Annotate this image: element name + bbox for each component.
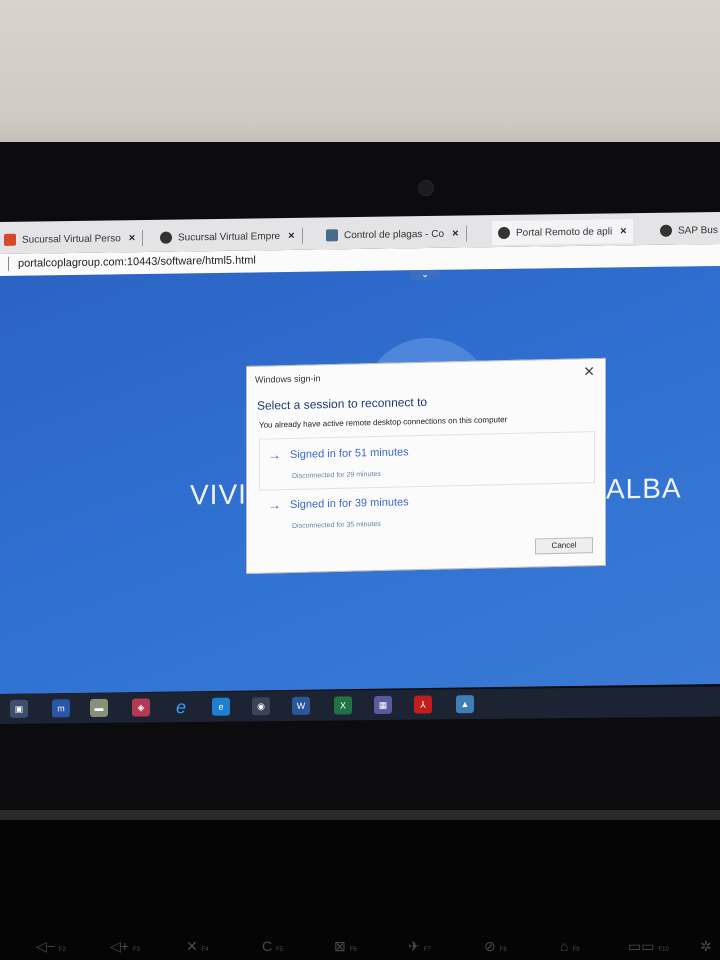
- session-info: Disconnected for 35 minutes: [292, 520, 381, 530]
- function-key-icon: ⊠: [334, 938, 346, 954]
- tab-portal-remoto[interactable]: Portal Remoto de apli ×: [492, 219, 633, 246]
- dialog-heading: Select a session to reconnect to: [257, 394, 428, 413]
- function-key-label: F8: [499, 947, 507, 953]
- desktop-text-left: VIVI: [190, 478, 247, 511]
- function-key-icon: ✈: [408, 938, 420, 954]
- desktop-text-right: ALBA: [606, 472, 682, 505]
- tab-label: Control de plagas - Co: [344, 228, 445, 241]
- acrobat-icon[interactable]: ⅄: [414, 695, 432, 714]
- function-key: ⊘ F8: [484, 938, 507, 955]
- tab-separator: [301, 227, 303, 244]
- text-cursor: [8, 256, 9, 271]
- store-icon[interactable]: ▣: [10, 699, 28, 718]
- function-key-label: F3: [132, 947, 140, 953]
- site-c-icon: [326, 229, 338, 242]
- chevron-down-icon[interactable]: ⌄: [410, 269, 440, 281]
- arrow-right-icon: →: [268, 447, 281, 463]
- app-red-icon[interactable]: ◈: [132, 698, 150, 717]
- function-key-label: F9: [572, 947, 580, 953]
- tab-label: Sucursal Virtual Perso: [22, 232, 121, 246]
- session-option-2[interactable]: → Signed in for 39 minutes Disconnected …: [259, 481, 595, 541]
- close-icon[interactable]: ×: [620, 225, 626, 237]
- function-key-icon: ◁+: [110, 938, 129, 954]
- tab-sucursal-empresas[interactable]: Sucursal Virtual Empre ×: [160, 224, 303, 250]
- function-key: ⊠ F6: [334, 938, 357, 955]
- function-key-label: F10: [658, 947, 669, 953]
- tab-separator: [142, 230, 144, 247]
- globe-icon: [660, 224, 672, 237]
- webcam-icon: [418, 180, 434, 196]
- function-key-icon: ⊘: [484, 938, 496, 954]
- session-info: Disconnected for 29 minutes: [292, 470, 381, 480]
- cancel-button[interactable]: Cancel: [535, 537, 593, 555]
- globe-icon: [160, 231, 172, 244]
- app-photo-icon[interactable]: ▲: [456, 695, 474, 714]
- function-key-label: F2: [58, 947, 66, 953]
- function-key-label: F5: [276, 947, 284, 953]
- close-icon[interactable]: ×: [288, 230, 294, 242]
- function-key-icon: ▭▭: [628, 938, 655, 954]
- tab-separator: [465, 225, 467, 242]
- dialog-subheading: You already have active remote desktop c…: [259, 415, 508, 430]
- session-label: Signed in for 39 minutes: [290, 496, 409, 512]
- function-key-icon: ✕: [186, 938, 198, 954]
- keyboard: ◁− F2 ◁+ F3 ✕ F4 C F5 ⊠ F6 ✈ F7 ⊘ F8 ⌂ F9 ▭▭ F10 ✲: [0, 820, 720, 960]
- function-key: ◁− F2: [36, 938, 66, 955]
- function-key: ◁+ F3: [110, 938, 140, 955]
- function-key: ▭▭ F10: [628, 938, 669, 955]
- function-key-label: F7: [423, 947, 431, 953]
- function-key: ✲: [700, 938, 716, 955]
- function-key-label: F6: [349, 947, 357, 953]
- function-key-icon: C: [262, 938, 273, 954]
- excel-icon[interactable]: X: [334, 696, 352, 715]
- globe-icon: [498, 226, 510, 240]
- close-icon[interactable]: ×: [452, 228, 458, 240]
- function-key: ✕ F4: [186, 938, 209, 955]
- function-key-icon: ✲: [700, 938, 712, 954]
- tab-label: Portal Remoto de apli: [516, 225, 613, 239]
- tab-sucursal-personas[interactable]: Sucursal Virtual Perso ×: [4, 226, 144, 252]
- app-folder-icon[interactable]: ▬: [90, 698, 108, 718]
- arrow-right-icon: →: [268, 497, 281, 513]
- app-m-icon[interactable]: m: [52, 699, 70, 718]
- edge-icon[interactable]: e: [212, 697, 230, 716]
- app-grid-icon[interactable]: ▦: [374, 695, 392, 715]
- function-key: C F5: [262, 938, 283, 954]
- function-key-icon: ◁−: [36, 938, 55, 954]
- function-key-icon: ⌂: [560, 938, 569, 954]
- url-text[interactable]: portalcoplagroup.com:10443/software/html…: [18, 254, 256, 269]
- tab-label: Sucursal Virtual Empre: [178, 230, 281, 244]
- bank-logo-icon: [4, 233, 16, 246]
- windows-signin-dialog: Windows sign-in ✕ Select a session to re…: [246, 357, 606, 574]
- tab-sap[interactable]: SAP Bus: [660, 218, 718, 243]
- dialog-title: Windows sign-in: [255, 373, 321, 385]
- monitor-bottom-frame: [0, 810, 720, 820]
- close-icon[interactable]: ✕: [583, 363, 595, 380]
- function-key-label: F4: [201, 947, 209, 953]
- function-key: ✈ F7: [408, 938, 431, 955]
- word-icon[interactable]: W: [292, 696, 310, 715]
- tab-control-plagas[interactable]: Control de plagas - Co ×: [326, 222, 467, 248]
- session-label: Signed in for 51 minutes: [290, 446, 409, 462]
- chrome-icon[interactable]: ◉: [252, 697, 270, 716]
- function-key: ⌂ F9: [560, 938, 579, 954]
- close-icon[interactable]: ×: [129, 232, 135, 244]
- tab-label: SAP Bus: [678, 224, 718, 237]
- ie-icon[interactable]: e: [172, 697, 190, 717]
